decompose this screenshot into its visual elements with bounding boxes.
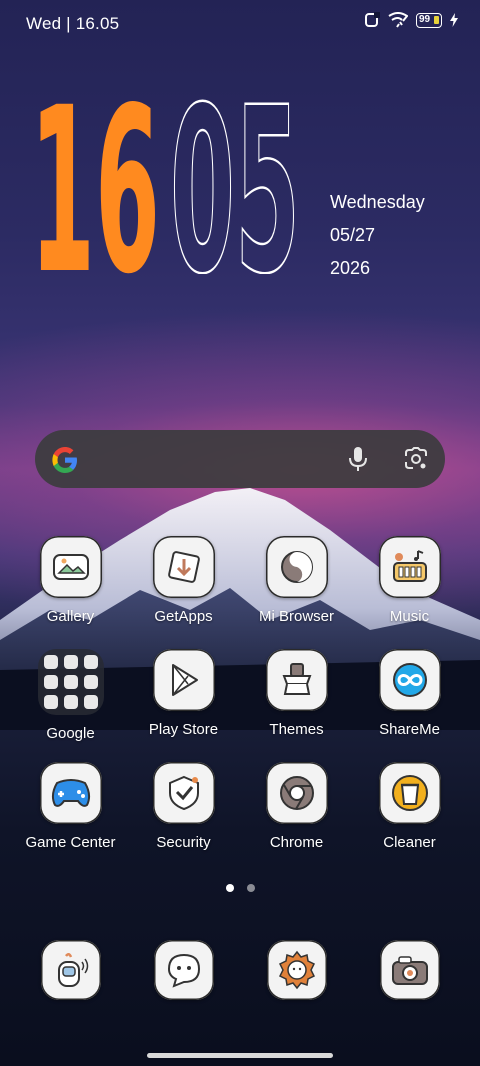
- cleaner-icon: [378, 762, 441, 824]
- app-shareme[interactable]: ShareMe: [353, 649, 466, 738]
- status-time: Wed | 16.05: [26, 14, 120, 33]
- clock-minute: 05: [170, 98, 300, 274]
- app-label: Game Center: [25, 834, 116, 851]
- app-label: Cleaner: [383, 834, 436, 851]
- app-label: Google: [46, 725, 95, 742]
- app-cleaner[interactable]: Cleaner: [353, 762, 466, 851]
- battery-level: 99: [419, 13, 431, 25]
- gallery-icon: [39, 536, 102, 598]
- phone-icon: [40, 940, 101, 1000]
- clock-hour: 16: [30, 98, 160, 274]
- app-label: Play Store: [148, 721, 219, 738]
- app-label: Music: [389, 608, 430, 625]
- date-year: 2026: [330, 258, 371, 278]
- wifi-icon: [388, 12, 408, 28]
- camera-lens-icon[interactable]: [403, 446, 429, 472]
- music-icon: [378, 536, 441, 598]
- app-label: Mi Browser: [258, 608, 334, 625]
- shareme-icon: [378, 649, 441, 711]
- app-getapps[interactable]: GetApps: [127, 536, 240, 625]
- screen-rotate-icon: [365, 12, 380, 27]
- status-bar: Wed | 16.05 99: [0, 0, 480, 48]
- charging-bolt-icon: [450, 13, 458, 27]
- messages-icon: [153, 940, 214, 1000]
- page-indicator[interactable]: [0, 884, 480, 892]
- dock-messages[interactable]: [127, 940, 240, 1000]
- microphone-icon[interactable]: [347, 446, 369, 472]
- security-icon: [152, 762, 215, 824]
- battery-icon: 99: [416, 12, 442, 28]
- settings-icon: [266, 940, 327, 1000]
- app-label: Themes: [269, 721, 324, 738]
- themes-icon: [265, 649, 328, 711]
- date-widget: Wednesday 05/27 2026: [330, 186, 425, 285]
- dock-settings[interactable]: [240, 940, 353, 1000]
- play-store-icon: [152, 649, 215, 711]
- getapps-icon: [152, 536, 215, 598]
- app-google-folder[interactable]: Google: [14, 649, 127, 742]
- app-chrome[interactable]: Chrome: [240, 762, 353, 851]
- google-search-bar[interactable]: [35, 430, 445, 488]
- app-label: Security: [156, 834, 211, 851]
- date-month-day: 05/27: [330, 225, 376, 245]
- app-label: Gallery: [46, 608, 95, 625]
- app-label: GetApps: [154, 608, 213, 625]
- app-label: Chrome: [269, 834, 324, 851]
- app-label: ShareMe: [379, 721, 440, 738]
- gesture-home-bar[interactable]: [147, 1053, 333, 1058]
- app-gallery[interactable]: Gallery: [14, 536, 127, 625]
- app-themes[interactable]: Themes: [240, 649, 353, 738]
- app-music[interactable]: Music: [353, 536, 466, 625]
- clock-widget[interactable]: 16 05: [30, 98, 305, 274]
- chrome-icon: [265, 762, 328, 824]
- mi-browser-icon: [265, 536, 328, 598]
- dock-phone[interactable]: [14, 940, 127, 1000]
- app-security[interactable]: Security: [127, 762, 240, 851]
- dock-camera[interactable]: [353, 940, 466, 1000]
- page-dot-1[interactable]: [225, 884, 234, 892]
- camera-icon: [379, 940, 440, 1000]
- app-mi-browser[interactable]: Mi Browser: [240, 536, 353, 625]
- app-play-store[interactable]: Play Store: [127, 649, 240, 738]
- game-center-icon: [39, 762, 102, 824]
- app-game-center[interactable]: Game Center: [14, 762, 127, 851]
- google-g-icon: [52, 447, 77, 473]
- page-dot-2[interactable]: [246, 884, 255, 892]
- folder-icon: [37, 649, 104, 715]
- date-weekday: Wednesday: [330, 192, 425, 212]
